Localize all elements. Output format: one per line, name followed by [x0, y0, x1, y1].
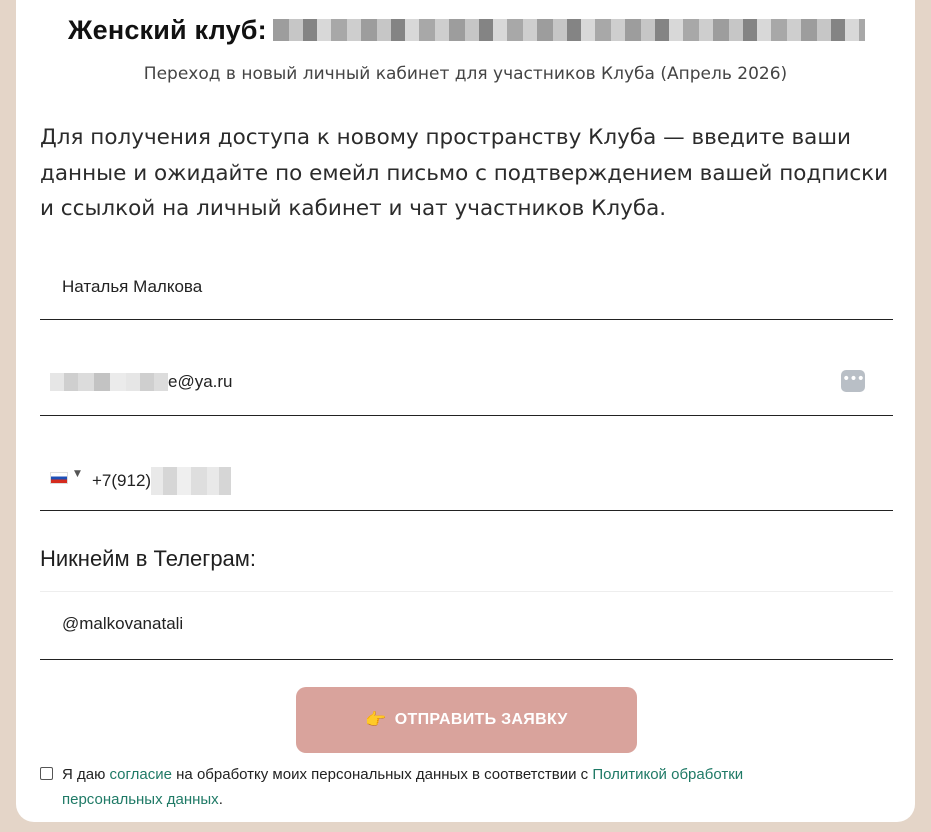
- dots-icon[interactable]: •••: [841, 370, 865, 392]
- redacted-phone-part: [151, 467, 232, 495]
- consent-text: Я даю согласие на обработку моих персона…: [62, 762, 840, 812]
- consent-link[interactable]: согласие: [110, 766, 172, 783]
- name-field[interactable]: Наталья Малкова: [40, 253, 893, 320]
- name-input-value[interactable]: Наталья Малкова: [62, 277, 202, 297]
- email-input-value[interactable]: e@ya.ru: [50, 372, 233, 392]
- email-visible-part: e@ya.ru: [168, 372, 233, 391]
- page-title: Женский клуб:: [68, 14, 267, 45]
- caret-down-icon[interactable]: ▼: [74, 469, 81, 479]
- pointing-hand-icon: 👉: [365, 710, 387, 729]
- intro-text: Для получения доступа к новому пространс…: [40, 125, 889, 221]
- page-subtitle: Переход в новый личный кабинет для участ…: [143, 64, 788, 84]
- submit-label: ОТПРАВИТЬ ЗАЯВКУ: [394, 711, 568, 728]
- consent-block: Я даю согласие на обработку моих персона…: [40, 762, 840, 812]
- consent-text-middle: на обработку моих персональных данных в …: [171, 766, 593, 783]
- email-field[interactable]: e@ya.ru •••: [40, 350, 893, 416]
- consent-checkbox[interactable]: [40, 767, 53, 780]
- ru-flag-icon[interactable]: [50, 472, 68, 484]
- telegram-input-value[interactable]: @malkovanatali: [62, 614, 183, 634]
- submit-button[interactable]: 👉 ОТПРАВИТЬ ЗАЯВКУ: [296, 687, 637, 753]
- telegram-field[interactable]: @malkovanatali: [40, 591, 893, 660]
- phone-prefix: +7(912): [92, 471, 152, 490]
- consent-text-before: Я даю: [62, 766, 110, 783]
- redacted-club-name: [272, 19, 865, 41]
- telegram-label: Никнейм в Телеграм:: [40, 546, 257, 571]
- phone-field[interactable]: ▼ +7(912): [40, 445, 893, 511]
- phone-input-value[interactable]: +7(912): [92, 467, 232, 495]
- consent-text-after: .: [218, 791, 223, 808]
- redacted-email-part: [50, 373, 168, 391]
- header: Женский клуб:: [68, 10, 865, 50]
